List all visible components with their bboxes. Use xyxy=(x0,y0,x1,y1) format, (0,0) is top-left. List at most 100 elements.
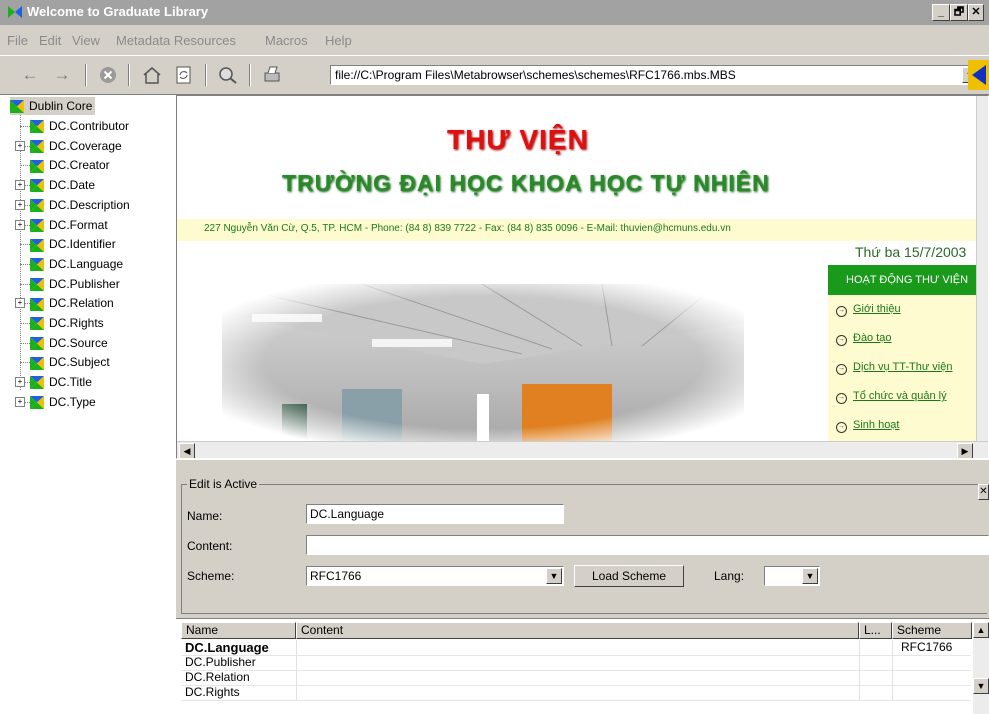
menu-view[interactable]: View xyxy=(72,33,100,48)
tree-root-dublin-core[interactable]: Dublin Core xyxy=(10,97,96,115)
dc-element-icon xyxy=(30,159,44,173)
nav-link[interactable]: → Giới thiệu xyxy=(836,303,901,317)
expand-icon[interactable]: + xyxy=(15,219,25,230)
menu-file[interactable]: File xyxy=(7,33,28,48)
column-header-name[interactable]: Name xyxy=(181,622,296,639)
browser-view: THƯ VIỆN TRƯỜNG ĐẠI HỌC KHOA HỌC TỰ NHIÊ… xyxy=(176,95,989,459)
arrow-circle-icon: → xyxy=(836,335,847,346)
table-row[interactable]: DC.Relation xyxy=(181,670,971,686)
webpage: THƯ VIỆN TRƯỜNG ĐẠI HỌC KHOA HỌC TỰ NHIÊ… xyxy=(177,96,980,441)
table-row[interactable]: DC.Publisher xyxy=(181,655,971,671)
tree-item[interactable]: DC.Format xyxy=(30,216,108,234)
tree-item[interactable]: DC.Creator xyxy=(30,156,110,174)
arrow-circle-icon: → xyxy=(836,306,847,317)
nav-link[interactable]: → Sinh hoạt xyxy=(836,419,899,433)
minimize-button[interactable]: _ xyxy=(932,4,950,21)
menu-help[interactable]: Help xyxy=(325,33,352,48)
dc-element-icon xyxy=(30,140,44,154)
tree-item[interactable]: DC.Type xyxy=(30,393,96,411)
dc-element-icon xyxy=(30,277,44,291)
tree-item[interactable]: DC.Language xyxy=(30,255,123,273)
address-bar[interactable]: file://C:\Program Files\Metabrowser\sche… xyxy=(330,65,980,85)
maximize-button[interactable]: 🗗 xyxy=(950,4,968,21)
cell-scheme: RFC1766 xyxy=(901,640,953,654)
expand-icon[interactable]: + xyxy=(15,199,25,210)
name-label: Name: xyxy=(187,509,223,523)
address-text: file://C:\Program Files\Metabrowser\sche… xyxy=(335,68,736,82)
tree-item-label: DC.Title xyxy=(49,375,92,390)
scroll-left-button[interactable]: ◀ xyxy=(179,443,195,458)
tree-item[interactable]: DC.Title xyxy=(30,373,92,391)
toolbar: ← → file://C:\Program Files\Metabrowser\… xyxy=(0,56,989,95)
print-icon[interactable] xyxy=(260,64,284,86)
tree-item-label: DC.Contributor xyxy=(49,119,130,133)
menu-metadata-resources[interactable]: Metadata Resources xyxy=(116,33,236,48)
metadata-table: Name Content L... Scheme DC.Language RFC1… xyxy=(176,618,989,714)
table-vertical-scrollbar[interactable]: ▲ ▼ xyxy=(973,622,989,714)
nav-header-label: HOẠT ĐỘNG THƯ VIỆN xyxy=(846,274,969,286)
column-header-lang[interactable]: L... xyxy=(859,622,892,639)
edit-close-button[interactable]: ✕ xyxy=(978,484,989,500)
table-scroll-up-button[interactable]: ▲ xyxy=(973,622,989,638)
tree-item[interactable]: DC.Description xyxy=(30,196,130,214)
dc-element-icon xyxy=(30,258,44,272)
search-icon[interactable] xyxy=(216,64,240,86)
tree-item-label: DC.Coverage xyxy=(49,138,122,153)
tree-item-label: DC.Creator xyxy=(49,158,110,173)
scheme-select[interactable]: RFC1766 ▼ xyxy=(306,566,564,586)
scroll-right-button[interactable]: ▶ xyxy=(957,443,973,458)
home-icon[interactable] xyxy=(140,64,164,86)
menu-macros[interactable]: Macros xyxy=(265,33,308,48)
lang-dropdown-button[interactable]: ▼ xyxy=(802,568,818,584)
tree-item[interactable]: DC.Publisher xyxy=(30,275,120,293)
dc-element-icon xyxy=(30,120,44,134)
scheme-dropdown-button[interactable]: ▼ xyxy=(546,568,562,584)
nav-link[interactable]: → Đào tạo xyxy=(836,332,892,346)
expand-icon[interactable]: + xyxy=(15,396,25,407)
load-scheme-button[interactable]: Load Scheme xyxy=(574,565,684,587)
dc-element-icon xyxy=(30,376,44,390)
tree-item[interactable]: DC.Rights xyxy=(30,314,104,332)
expand-icon[interactable]: + xyxy=(15,140,25,151)
tree-item[interactable]: DC.Identifier xyxy=(30,235,116,253)
cell-name: DC.Relation xyxy=(185,670,250,684)
expand-icon[interactable]: + xyxy=(15,377,25,388)
column-header-content[interactable]: Content xyxy=(296,622,859,639)
tree-item-label: DC.Rights xyxy=(49,316,104,330)
name-value: DC.Language xyxy=(310,507,385,521)
menu-edit[interactable]: Edit xyxy=(39,33,61,48)
close-button[interactable]: ✕ xyxy=(968,4,984,21)
brand-logo-icon xyxy=(968,60,989,90)
menu-bar: File Edit View Metadata Resources Macros… xyxy=(0,25,989,56)
lang-select[interactable]: ▼ xyxy=(764,566,820,586)
address-strip: 227 Nguyễn Văn Cừ, Q.5, TP. HCM - Phone:… xyxy=(177,219,977,241)
tree-item[interactable]: DC.Coverage xyxy=(30,137,122,155)
forward-icon[interactable]: → xyxy=(50,64,74,86)
expand-icon[interactable]: + xyxy=(15,298,25,309)
table-scroll-down-button[interactable]: ▼ xyxy=(973,678,989,694)
tree-item[interactable]: DC.Relation xyxy=(30,294,114,312)
title-bar: Welcome to Graduate Library _ 🗗 ✕ xyxy=(0,0,989,25)
content-field[interactable] xyxy=(306,535,989,555)
browser-horizontal-scrollbar[interactable]: ◀ ▶ xyxy=(177,441,988,458)
browser-vertical-scrollbar[interactable] xyxy=(976,96,988,441)
table-row[interactable]: DC.Rights xyxy=(181,685,971,701)
dc-element-icon xyxy=(30,179,44,193)
tree-item[interactable]: DC.Date xyxy=(30,176,95,194)
name-field[interactable]: DC.Language xyxy=(306,504,564,524)
tree-item[interactable]: DC.Contributor xyxy=(30,117,129,135)
tree-item-label: DC.Subject xyxy=(49,355,110,370)
tree-item[interactable]: DC.Subject xyxy=(30,353,110,371)
edit-legend: Edit is Active xyxy=(187,477,260,491)
back-icon[interactable]: ← xyxy=(18,64,42,86)
arrow-circle-icon: → xyxy=(836,393,847,404)
expand-icon[interactable]: + xyxy=(15,180,25,191)
column-header-scheme[interactable]: Scheme xyxy=(892,622,972,639)
tree-item-label: DC.Source xyxy=(49,335,108,350)
tree-item[interactable]: DC.Source xyxy=(30,334,108,352)
refresh-icon[interactable] xyxy=(172,64,196,86)
nav-link[interactable]: → Dịch vụ TT-Thư viện xyxy=(836,361,952,375)
table-row[interactable]: DC.Language RFC1766 xyxy=(181,640,971,656)
stop-icon[interactable] xyxy=(96,64,120,86)
nav-link[interactable]: → Tổ chức và quản lý xyxy=(836,390,947,404)
